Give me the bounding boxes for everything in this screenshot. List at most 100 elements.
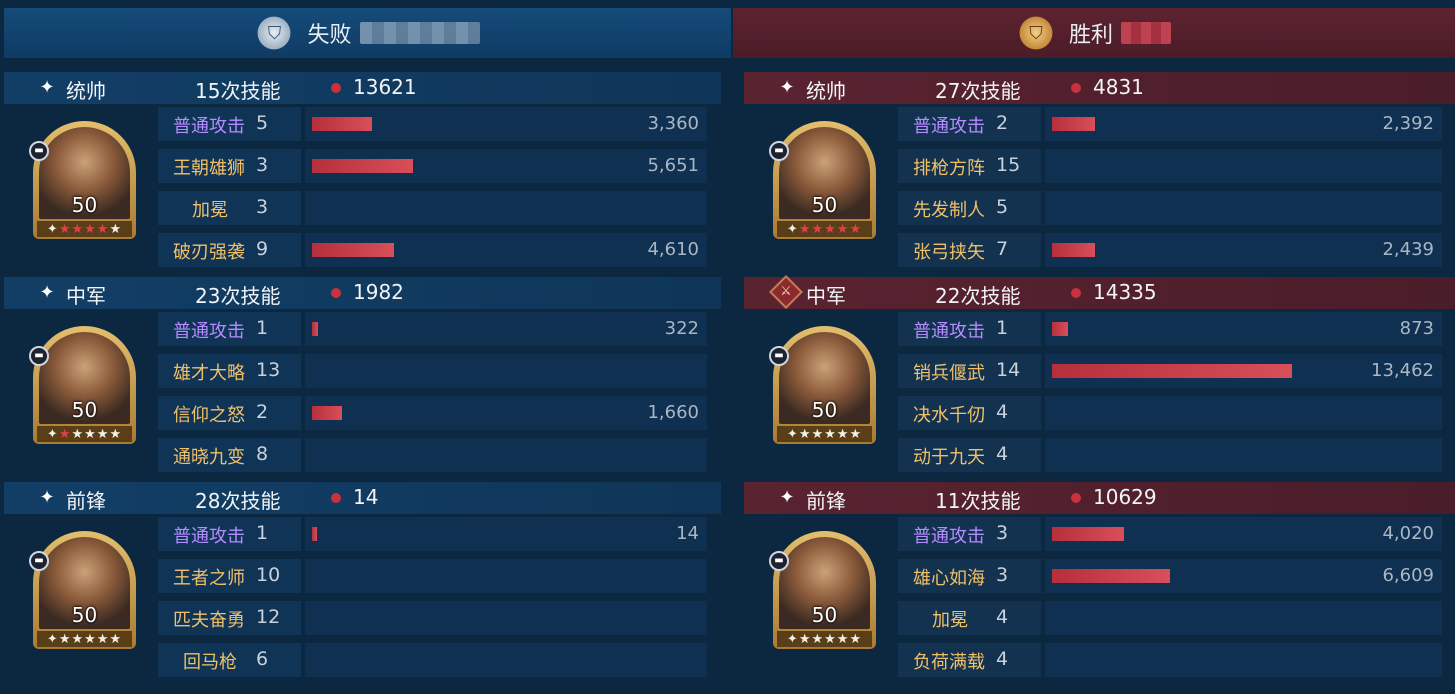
skill-trigger-count: 2 [996, 112, 1009, 134]
skill-trigger-count: 4 [996, 443, 1009, 465]
skill-trigger-count: 7 [996, 238, 1009, 260]
damage-value: 4,020 [1382, 523, 1434, 544]
star-icon: ★ [811, 426, 825, 442]
skill-row: 普通攻击 1 14 [158, 517, 707, 551]
star-icon: ★ [71, 221, 85, 237]
star-icon: ★ [798, 631, 812, 647]
hero-portrait[interactable]: ▬ 50 ✦ ★ ★ ★ ★ ★ [29, 121, 136, 239]
hero-section: ✦ 中军 23次技能 1982 ▬ 50 ✦ ★ ★ ★ ★ ★ 普通攻击 1 322 雄才大略 13 信仰之怒 2… [4, 277, 721, 477]
damage-bar-track [305, 191, 707, 225]
damage-bar-track [305, 559, 707, 593]
total-damage: 13621 [353, 75, 417, 99]
star-icon: ★ [96, 221, 110, 237]
skill-trigger-count: 3 [256, 196, 269, 218]
skill-name: 普通攻击 [913, 321, 985, 342]
damage-bar-track [305, 643, 707, 677]
sword-badge-icon: ⚔ [769, 275, 803, 309]
hero-section: ✦ 统帅 27次技能 4831 ▬ 50 ✦ ★ ★ ★ ★ ★ 普通攻击 2 2,392 排枪方阵 15 先发制… [744, 72, 1455, 272]
damage-value: 3,360 [647, 113, 699, 134]
damage-bar-track [305, 354, 707, 388]
star-icon: ★ [824, 426, 837, 442]
hero-level: 50 [71, 603, 98, 627]
hero-portrait[interactable]: ▬ 50 ✦ ★ ★ ★ ★ ★ [29, 326, 136, 444]
star-icon: ★ [849, 221, 863, 237]
damage-bar [1052, 243, 1095, 257]
star-rating: ✦ ★ ★ ★ ★ ★ [777, 426, 872, 442]
damage-dot-icon [1071, 493, 1081, 503]
hero-portrait[interactable]: ▬ 50 ✦ ★ ★ ★ ★ ★ [769, 531, 876, 649]
damage-value: 14 [676, 523, 699, 544]
skill-trigger-count: 3 [996, 522, 1009, 544]
star-icon: ★ [798, 426, 812, 442]
rank-sparkle-icon: ✦ [46, 426, 59, 442]
damage-bar [1052, 569, 1170, 583]
star-icon: ★ [824, 221, 837, 237]
skill-row: 普通攻击 1 322 [158, 312, 707, 346]
role-label: 统帅 [806, 79, 846, 103]
star-icon: ★ [96, 426, 110, 442]
skill-name: 负荷满载 [913, 652, 985, 673]
damage-bar-track [305, 601, 707, 635]
section-header: ✦ 统帅 15次技能 13621 [4, 72, 721, 104]
skill-cast-count: 23次技能 [195, 284, 281, 308]
skill-trigger-count: 1 [996, 317, 1009, 339]
damage-dot-icon [1071, 288, 1081, 298]
damage-value: 1,660 [647, 402, 699, 423]
tank-unit-icon: ▬ [29, 141, 49, 161]
section-header: ⚔ 中军 22次技能 14335 [744, 275, 1455, 309]
total-damage: 14335 [1093, 280, 1157, 304]
section-header: ✦ 前锋 11次技能 10629 [744, 482, 1455, 514]
rank-sparkle-icon: ✦ [46, 221, 59, 237]
skill-trigger-count: 4 [996, 648, 1009, 670]
skill-row: 加冕 3 [158, 191, 707, 225]
skill-name: 张弓挟矢 [913, 242, 985, 263]
skill-row: 通晓九变 8 [158, 438, 707, 472]
star-icon: ★ [836, 631, 850, 647]
skill-cast-count: 28次技能 [195, 489, 281, 513]
hero-portrait[interactable]: ▬ 50 ✦ ★ ★ ★ ★ ★ [29, 531, 136, 649]
victory-header: ⛉ 胜利 [733, 8, 1455, 58]
star-icon: ★ [836, 426, 850, 442]
damage-value: 2,439 [1382, 239, 1434, 260]
star-icon: ★ [824, 631, 837, 647]
damage-bar [312, 159, 413, 173]
skill-name: 回马枪 [183, 652, 237, 673]
damage-value: 13,462 [1371, 360, 1434, 381]
hero-portrait[interactable]: ▬ 50 ✦ ★ ★ ★ ★ ★ [769, 326, 876, 444]
damage-bar [312, 322, 318, 336]
sparkle-icon: ✦ [39, 487, 55, 508]
sparkle-icon: ✦ [779, 487, 795, 508]
star-rating: ✦ ★ ★ ★ ★ ★ [37, 426, 132, 442]
skill-name: 加冕 [192, 200, 228, 221]
damage-value: 322 [664, 318, 699, 339]
damage-bar [312, 243, 394, 257]
damage-bar-track [305, 438, 707, 472]
skill-name: 普通攻击 [173, 321, 245, 342]
skill-row: 信仰之怒 2 1,660 [158, 396, 707, 430]
damage-bar [1052, 364, 1292, 378]
skill-row: 王朝雄狮 3 5,651 [158, 149, 707, 183]
skill-trigger-count: 10 [256, 564, 281, 586]
laurel-emblem-icon: ⛉ [1016, 14, 1055, 52]
total-damage: 14 [353, 485, 379, 509]
rank-sparkle-icon: ✦ [786, 426, 799, 442]
total-damage: 4831 [1093, 75, 1144, 99]
section-header: ✦ 前锋 28次技能 14 [4, 482, 721, 514]
star-icon: ★ [84, 426, 97, 442]
skill-trigger-count: 15 [996, 154, 1021, 176]
skill-row: 负荷满载 4 [898, 643, 1442, 677]
skill-row: 王者之师 10 [158, 559, 707, 593]
skill-trigger-count: 9 [256, 238, 269, 260]
damage-bar-track [1045, 601, 1442, 635]
tank-unit-icon: ▬ [29, 551, 49, 571]
defeat-header: ⛉ 失败 [4, 8, 731, 58]
hero-portrait[interactable]: ▬ 50 ✦ ★ ★ ★ ★ ★ [769, 121, 876, 239]
skill-row: 雄心如海 3 6,609 [898, 559, 1442, 593]
damage-bar-track [1045, 396, 1442, 430]
star-icon: ★ [109, 426, 123, 442]
star-icon: ★ [58, 631, 72, 647]
skill-row: 销兵偃武 14 13,462 [898, 354, 1442, 388]
hero-level: 50 [811, 398, 838, 422]
role-label: 统帅 [66, 79, 106, 103]
damage-value: 4,610 [647, 239, 699, 260]
